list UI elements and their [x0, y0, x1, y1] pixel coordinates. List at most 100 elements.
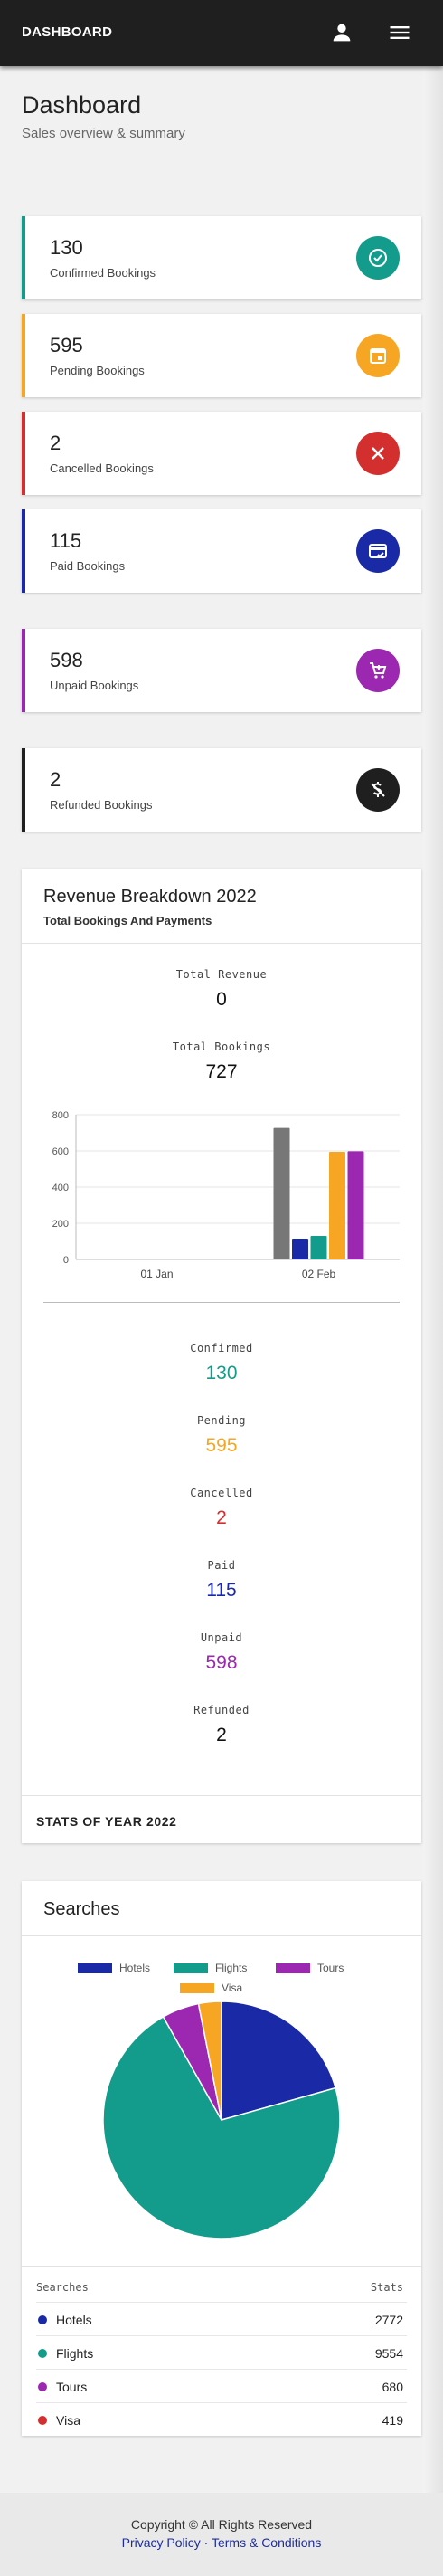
- legend-label: Hotels: [119, 1962, 150, 1974]
- stat-label: Refunded Bookings: [50, 798, 153, 812]
- table-row: Visa 419: [36, 2402, 407, 2436]
- account-icon[interactable]: [329, 20, 354, 45]
- stat-label: Pending Bookings: [50, 364, 145, 377]
- page-title: Dashboard: [22, 91, 142, 119]
- cancelled-label: Cancelled: [190, 1487, 253, 1499]
- col-searches: Searches: [36, 2281, 89, 2294]
- page-subtitle: Sales overview & summary: [22, 126, 185, 141]
- unpaid-value: 598: [205, 1652, 238, 1673]
- visa-dot: [38, 2416, 47, 2425]
- y-tick-label: 800: [52, 1110, 69, 1121]
- legend-swatch: [78, 1963, 112, 1973]
- stat-card-pending[interactable]: 595 Pending Bookings: [22, 314, 421, 397]
- stats-year-footer: STATS OF YEAR 2022: [36, 1814, 177, 1829]
- legend-swatch: [174, 1963, 208, 1973]
- stat-label: Paid Bookings: [50, 559, 126, 573]
- divider: [43, 1302, 400, 1303]
- legend-swatch: [276, 1963, 310, 1973]
- close-icon: [356, 432, 400, 475]
- flights-dot: [38, 2349, 47, 2358]
- stat-card-confirmed[interactable]: 130 Confirmed Bookings: [22, 216, 421, 299]
- divider: [22, 2266, 421, 2267]
- table-row: Tours 680: [36, 2369, 407, 2402]
- stat-value: 2: [50, 768, 61, 791]
- calendar-icon: [356, 334, 400, 377]
- stat-value: 598: [50, 649, 83, 671]
- bar: [292, 1239, 308, 1259]
- y-tick-label: 600: [52, 1146, 69, 1157]
- stat-value: 595: [50, 334, 83, 356]
- stat-card-paid[interactable]: 115 Paid Bookings: [22, 509, 421, 593]
- legend-swatch: [180, 1983, 214, 1993]
- pending-value: 595: [205, 1435, 238, 1456]
- total-bookings-label: Total Bookings: [172, 1041, 271, 1053]
- x-tick-label: 01 Jan: [140, 1268, 173, 1280]
- table-header: Searches Stats: [36, 2281, 407, 2294]
- footer: [0, 2493, 443, 2576]
- stat-card-cancelled[interactable]: 2 Cancelled Bookings: [22, 412, 421, 495]
- cart-icon: [356, 649, 400, 692]
- stat-card-refunded[interactable]: 2 Refunded Bookings: [22, 748, 421, 832]
- bar: [347, 1151, 364, 1259]
- confirmed-value: 130: [205, 1363, 238, 1383]
- divider: [22, 1795, 421, 1796]
- x-tick-label: 02 Feb: [302, 1268, 336, 1280]
- bookings-bar-chart: 0 200 400 600 800 01 Jan 02 Feb: [52, 1110, 400, 1280]
- table-row: Hotels 2772: [36, 2302, 407, 2335]
- searches-pie-chart: Hotels Flights Tours Visa: [78, 1962, 344, 2239]
- row-value: 2772: [374, 2313, 403, 2327]
- row-name: Flights: [56, 2346, 94, 2361]
- total-revenue-label: Total Revenue: [175, 968, 268, 981]
- y-tick-label: 400: [52, 1183, 69, 1193]
- row-name: Hotels: [56, 2313, 92, 2327]
- stat-label: Cancelled Bookings: [50, 461, 154, 475]
- paid-label: Paid: [207, 1559, 236, 1572]
- y-tick-label: 0: [63, 1255, 69, 1266]
- searches-title: Searches: [43, 1899, 120, 1919]
- stat-value: 115: [50, 529, 82, 552]
- paid-value: 115: [206, 1580, 237, 1601]
- brand-title[interactable]: DASHBOARD: [22, 24, 112, 40]
- bar: [310, 1236, 327, 1259]
- table-row: Flights 9554: [36, 2335, 407, 2369]
- row-value: 680: [382, 2380, 403, 2394]
- refunded-label: Refunded: [193, 1704, 250, 1716]
- searches-card: Searches Hotels Flights Tours Visa Searches…: [22, 1881, 421, 2436]
- terms-link[interactable]: Terms & Conditions: [212, 2535, 321, 2550]
- pending-label: Pending: [196, 1414, 247, 1427]
- total-revenue-value: 0: [216, 989, 227, 1010]
- page-scrollbar[interactable]: [423, 66, 443, 2576]
- unpaid-label: Unpaid: [200, 1631, 243, 1644]
- credit-card-icon: [356, 529, 400, 573]
- legend-label: Visa: [222, 1982, 242, 1994]
- revenue-card: Revenue Breakdown 2022 Total Bookings An…: [22, 869, 421, 1843]
- link-separator: ·: [203, 2535, 209, 2550]
- legend-label: Flights: [215, 1962, 247, 1974]
- cancelled-value: 2: [216, 1507, 227, 1528]
- menu-icon[interactable]: [387, 20, 412, 45]
- revenue-title: Revenue Breakdown 2022: [43, 887, 257, 907]
- stat-card-unpaid[interactable]: 598 Unpaid Bookings: [22, 629, 421, 712]
- top-navbar: DASHBOARD: [0, 0, 443, 66]
- row-name: Tours: [56, 2380, 88, 2394]
- legend-label: Tours: [317, 1962, 344, 1974]
- stat-label: Confirmed Bookings: [50, 266, 156, 280]
- tours-dot: [38, 2382, 47, 2391]
- divider: [22, 943, 421, 944]
- divider: [22, 1935, 421, 1936]
- col-stats: Stats: [370, 2281, 403, 2294]
- refunded-value: 2: [216, 1725, 227, 1745]
- hotels-dot: [38, 2315, 47, 2324]
- y-tick-label: 200: [52, 1219, 69, 1230]
- bar: [329, 1152, 345, 1259]
- money-off-icon: [356, 768, 400, 812]
- confirmed-label: Confirmed: [190, 1342, 253, 1355]
- footer-links: Privacy Policy · Terms & Conditions: [0, 2535, 443, 2550]
- privacy-policy-link[interactable]: Privacy Policy: [122, 2535, 201, 2550]
- row-value: 419: [382, 2413, 403, 2428]
- bar: [273, 1127, 290, 1259]
- stat-label: Unpaid Bookings: [50, 679, 139, 692]
- revenue-subtitle: Total Bookings And Payments: [43, 914, 212, 927]
- row-value: 9554: [374, 2346, 403, 2361]
- stat-value: 130: [50, 236, 83, 259]
